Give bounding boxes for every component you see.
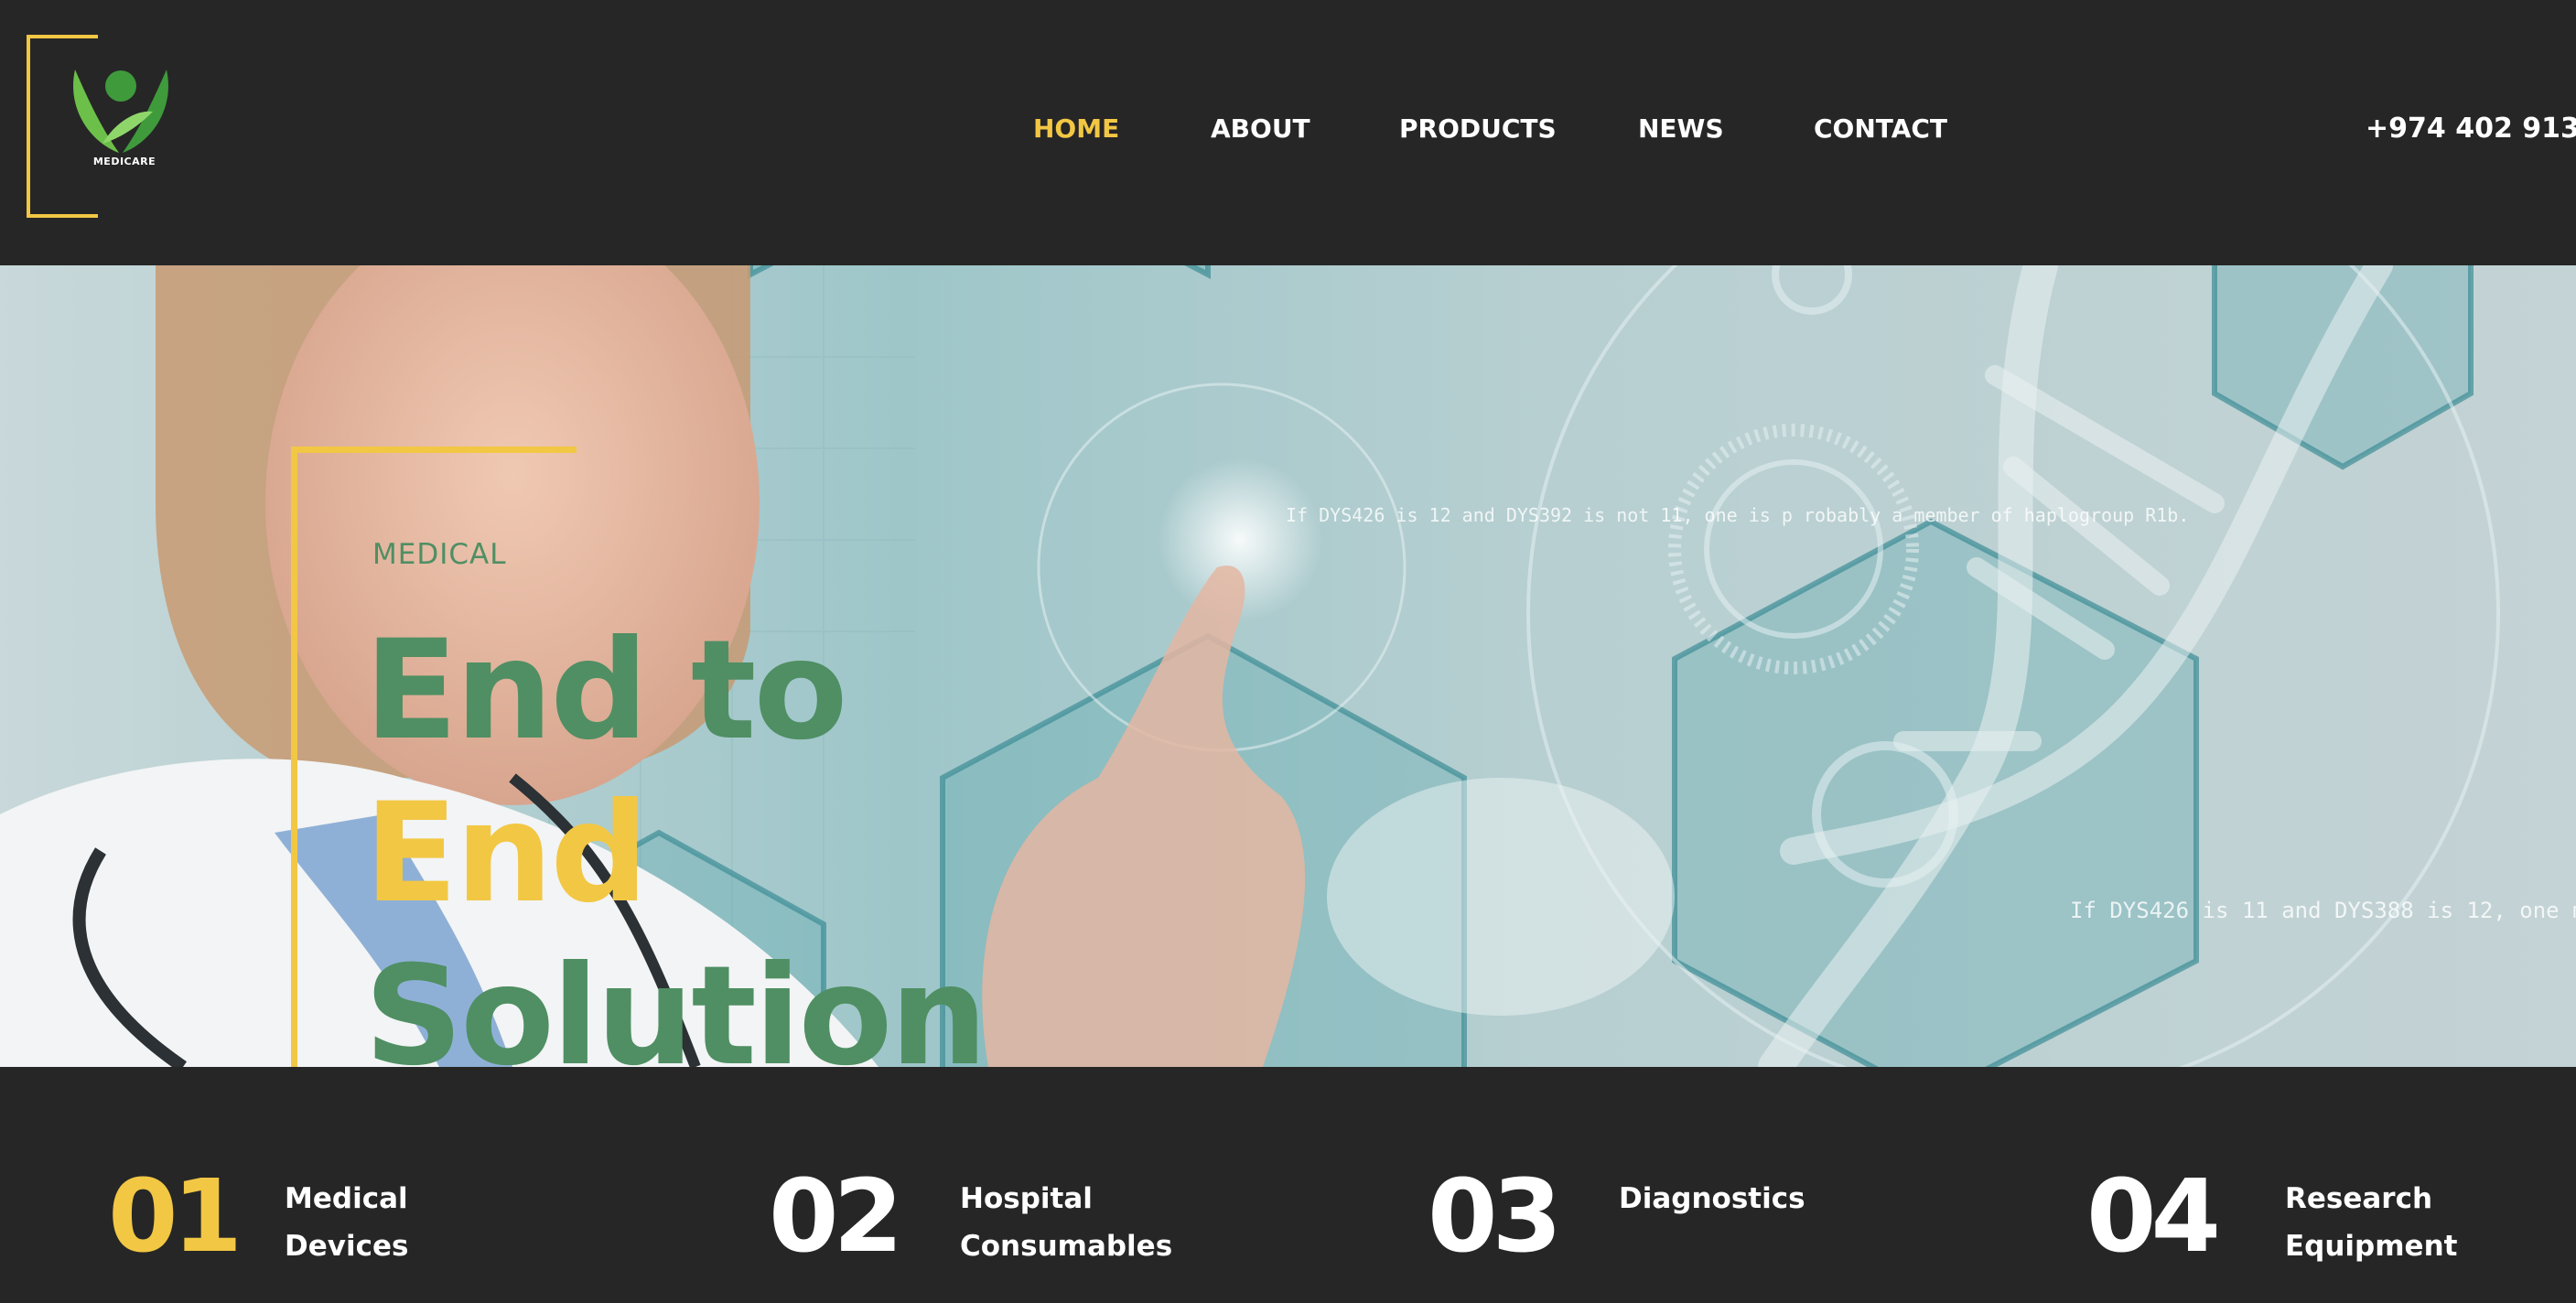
feature-label-line-1: Medical	[285, 1182, 408, 1215]
feature-number: 01	[108, 1158, 243, 1275]
hero-overlay-text-1: If DYS426 is 12 and DYS392 is not 11, on…	[1286, 504, 2189, 526]
feature-label-line-2: Consumables	[960, 1230, 1173, 1263]
feature-number: 03	[1428, 1158, 1562, 1275]
feature-label: Hospital Consumables	[960, 1175, 1172, 1270]
feature-label: Medical Devices	[285, 1175, 408, 1270]
hero-title-line-3: Solution	[364, 937, 987, 1067]
feature-label-line-2: Equipment	[2285, 1230, 2458, 1263]
hero-kicker: MEDICAL	[372, 538, 507, 571]
nav-about[interactable]: ABOUT	[1211, 113, 1310, 144]
nav-products[interactable]: PRODUCTS	[1399, 113, 1557, 144]
site-header: MEDICARE HOME ABOUT PRODUCTS NEWS CONTAC…	[0, 0, 2576, 265]
feature-label-line-1: Hospital	[960, 1182, 1093, 1215]
feature-label-line-1: Diagnostics	[1619, 1182, 1805, 1215]
feature-number: 04	[2086, 1158, 2221, 1275]
hero-overlay-text-2: If DYS426 is 11 and DYS388 is 12, one mo…	[2070, 898, 2576, 923]
hero-title-line-1: End to	[364, 611, 848, 770]
feature-label-line-1: Research	[2285, 1182, 2433, 1215]
feature-number: 02	[769, 1158, 903, 1275]
nav-news[interactable]: NEWS	[1638, 113, 1724, 144]
logo-text: MEDICARE	[92, 156, 156, 167]
nav-home[interactable]: HOME	[1033, 113, 1119, 144]
nav-contact[interactable]: CONTACT	[1814, 113, 1947, 144]
feature-label: Diagnostics	[1619, 1175, 1805, 1222]
phone-number[interactable]: +974 402 913 96	[2366, 113, 2576, 145]
feature-label-line-2: Devices	[285, 1230, 409, 1263]
hero-banner: If DYS426 is 12 and DYS392 is not 11, on…	[0, 265, 2576, 1067]
hero-title-line-2: End	[364, 774, 649, 933]
features-strip: 01 Medical Devices 02 Hospital Consumabl…	[0, 1067, 2576, 1303]
feature-label: Research Equipment	[2285, 1175, 2457, 1270]
